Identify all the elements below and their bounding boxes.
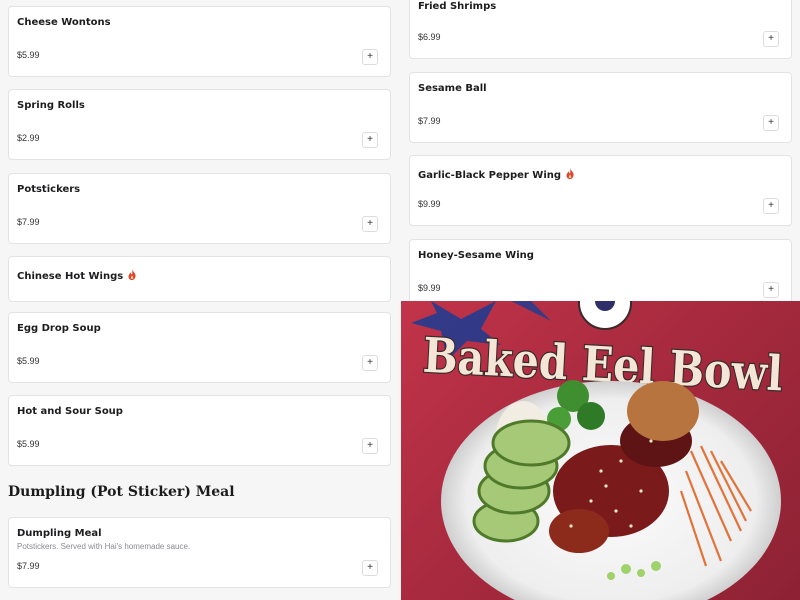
menu-item-sesame-ball[interactable]: Sesame Ball $7.99 + xyxy=(409,72,792,143)
spicy-flame-icon xyxy=(566,168,574,179)
item-name: Dumpling Meal xyxy=(17,528,102,539)
item-name: Cheese Wontons xyxy=(17,17,111,28)
menu-item-spring-rolls[interactable]: Spring Rolls $2.99 + xyxy=(8,89,391,160)
add-item-button[interactable]: + xyxy=(763,31,779,47)
item-price: $2.99 xyxy=(17,133,40,143)
item-name: Garlic-Black Pepper Wing xyxy=(418,170,562,181)
item-price: $7.99 xyxy=(418,116,441,126)
menu-item-honey-sesame-wing[interactable]: Honey-Sesame Wing $9.99 + xyxy=(409,239,792,310)
item-price: $7.99 xyxy=(17,217,40,227)
item-price: $5.99 xyxy=(17,50,40,60)
add-item-button[interactable]: + xyxy=(763,282,779,298)
item-price: $5.99 xyxy=(17,356,40,366)
item-name: Spring Rolls xyxy=(17,100,85,111)
add-item-button[interactable]: + xyxy=(362,355,378,371)
item-name-row: Chinese Hot Wings xyxy=(17,269,136,282)
menu-item-dumpling-meal[interactable]: Dumpling Meal Potstickers. Served with H… xyxy=(8,517,391,588)
add-item-button[interactable]: + xyxy=(362,438,378,454)
add-item-button[interactable]: + xyxy=(362,216,378,232)
item-name: Hot and Sour Soup xyxy=(17,406,123,417)
item-price: $9.99 xyxy=(418,199,441,209)
baked-eel-bowl-photo: Baked Eel Bowl xyxy=(401,301,800,600)
menu-item-garlic-black-pepper-wing[interactable]: Garlic-Black Pepper Wing $9.99 + xyxy=(409,155,792,226)
menu-item-egg-drop-soup[interactable]: Egg Drop Soup $5.99 + xyxy=(8,312,391,383)
item-name-row: Garlic-Black Pepper Wing xyxy=(418,168,574,181)
section-title: Dumpling (Pot Sticker) Meal xyxy=(8,484,235,500)
item-price: $5.99 xyxy=(17,439,40,449)
add-item-button[interactable]: + xyxy=(362,132,378,148)
item-name: Egg Drop Soup xyxy=(17,323,101,334)
item-description: Potstickers. Served with Hai's homemade … xyxy=(17,542,191,551)
item-name: Fried Shrimps xyxy=(418,1,497,12)
menu-item-potstickers[interactable]: Potstickers $7.99 + xyxy=(8,173,391,244)
add-item-button[interactable]: + xyxy=(763,115,779,131)
add-item-button[interactable]: + xyxy=(362,560,378,576)
menu-item-cheese-wontons[interactable]: Cheese Wontons $5.99 + xyxy=(8,6,391,77)
item-price: $6.99 xyxy=(418,32,441,42)
item-name: Chinese Hot Wings xyxy=(17,271,124,282)
add-item-button[interactable]: + xyxy=(362,49,378,65)
spicy-flame-icon xyxy=(128,269,136,280)
item-price: $9.99 xyxy=(418,283,441,293)
item-name: Potstickers xyxy=(17,184,81,195)
menu-item-hot-and-sour-soup[interactable]: Hot and Sour Soup $5.99 + xyxy=(8,395,391,466)
add-item-button[interactable]: + xyxy=(763,198,779,214)
menu-item-fried-shrimps[interactable]: Fried Shrimps $6.99 + xyxy=(409,0,792,59)
item-price: $7.99 xyxy=(17,561,40,571)
food-photo-illustration: Baked Eel Bowl xyxy=(411,301,785,600)
menu-item-chinese-hot-wings[interactable]: Chinese Hot Wings xyxy=(8,256,391,302)
item-name: Sesame Ball xyxy=(418,83,487,94)
item-name: Honey-Sesame Wing xyxy=(418,250,534,261)
